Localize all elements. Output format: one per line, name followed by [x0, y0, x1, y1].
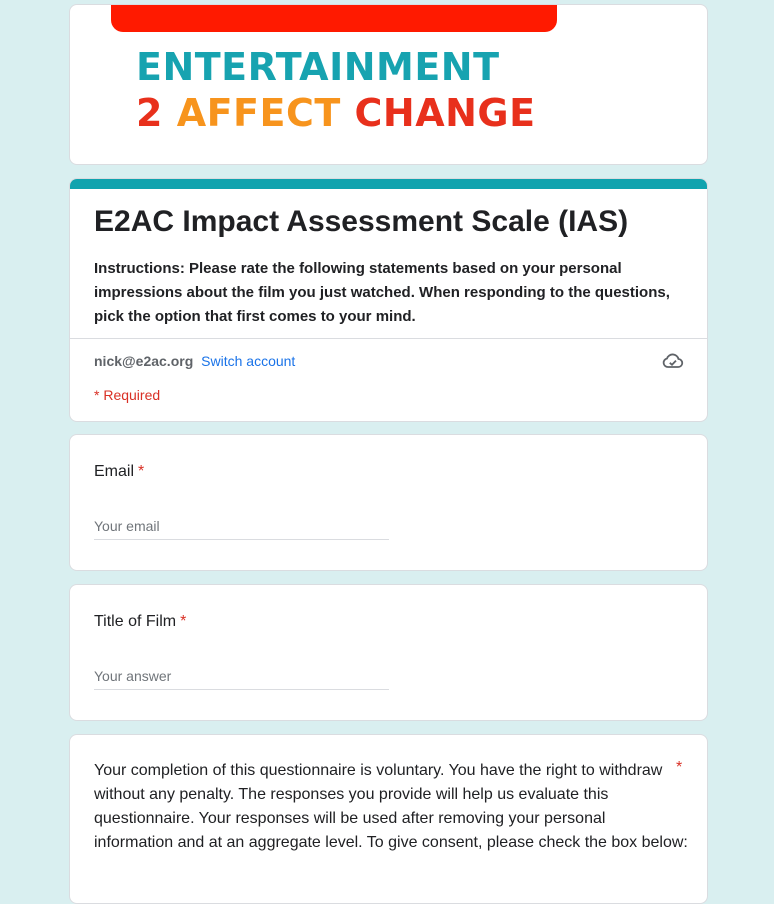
- title-accent-bar: [70, 179, 707, 189]
- question-film-title: Title of Film *: [69, 584, 708, 721]
- banner-line-entertainment: ENTERTAINMENT: [136, 45, 500, 89]
- cloud-saved-icon[interactable]: [662, 351, 684, 371]
- switch-account-link[interactable]: Switch account: [201, 353, 295, 369]
- film-title-input[interactable]: [94, 663, 389, 690]
- consent-text: Your completion of this questionnaire is…: [94, 762, 688, 851]
- account-email: nick@e2ac.org: [94, 353, 194, 369]
- form-description: Instructions: Please rate the following …: [94, 260, 670, 325]
- question-label: Email *: [94, 463, 144, 481]
- email-label: Email: [94, 463, 135, 480]
- banner-number: 2: [136, 91, 163, 135]
- banner-red-bar: [111, 5, 557, 32]
- banner-word-affect: AFFECT: [176, 91, 341, 135]
- account-row: nick@e2ac.org Switch account: [94, 353, 295, 369]
- required-star: *: [180, 613, 187, 630]
- banner-line-affect-change: 2 AFFECT CHANGE: [136, 91, 536, 135]
- question-consent: Your completion of this questionnaire is…: [69, 734, 708, 904]
- form-title: E2AC Impact Assessment Scale (IAS): [94, 205, 629, 238]
- required-star: *: [676, 759, 683, 776]
- divider: [70, 338, 707, 339]
- email-field[interactable]: [94, 513, 389, 540]
- required-note: * Required: [94, 387, 161, 403]
- banner-word-change: CHANGE: [354, 91, 536, 135]
- film-title-label: Title of Film: [94, 613, 177, 630]
- header-banner: ENTERTAINMENT 2 AFFECT CHANGE: [69, 4, 708, 165]
- question-email: Email *: [69, 434, 708, 571]
- question-label: Title of Film *: [94, 613, 186, 631]
- required-star: *: [138, 463, 145, 480]
- form-title-card: E2AC Impact Assessment Scale (IAS) Instr…: [69, 178, 708, 422]
